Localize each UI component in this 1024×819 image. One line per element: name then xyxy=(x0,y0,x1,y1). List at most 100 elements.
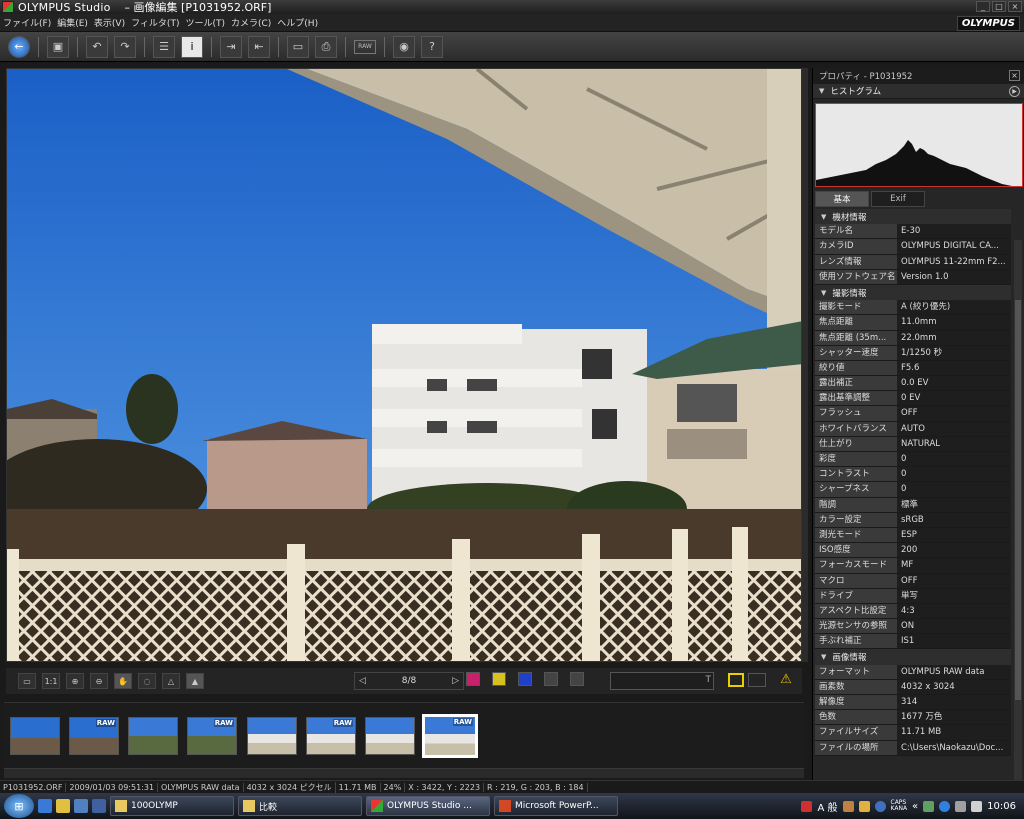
close-icon[interactable]: × xyxy=(1009,70,1020,81)
property-row[interactable]: マクロ OFF xyxy=(815,573,1011,589)
raw-develop-button[interactable]: RAW xyxy=(354,39,376,54)
next-image-icon[interactable]: ▷ xyxy=(452,676,459,686)
taskbar-item-compare[interactable]: 比較 xyxy=(238,796,362,816)
menu-camera[interactable]: カメラ(C) xyxy=(231,16,271,29)
tab-exif[interactable]: Exif xyxy=(871,191,925,207)
property-row[interactable]: 画素数 4032 x 3024 xyxy=(815,679,1011,695)
single-view-icon[interactable] xyxy=(728,673,744,687)
prev-image-icon[interactable]: ◁ xyxy=(359,676,366,686)
property-row[interactable]: ファイルの場所 C:\Users\Naokazu\Doc... xyxy=(815,740,1011,756)
minimize-button[interactable]: _ xyxy=(976,1,990,12)
actual-size-button[interactable]: 1:1 xyxy=(42,673,60,689)
list-icon[interactable]: ☰ xyxy=(153,35,175,58)
undo-icon[interactable]: ↶ xyxy=(86,35,108,58)
menu-file[interactable]: ファイル(F) xyxy=(3,16,51,29)
property-row[interactable]: フォーカスモード MF xyxy=(815,558,1011,574)
compare-view-icon[interactable] xyxy=(748,673,766,687)
thumbnail[interactable]: RAW xyxy=(187,717,237,755)
clock[interactable]: 10:06 xyxy=(987,801,1016,812)
tray-expand-icon[interactable]: « xyxy=(912,801,918,812)
import-icon[interactable]: ⇤ xyxy=(248,35,270,58)
menu-edit[interactable]: 編集(E) xyxy=(57,16,88,29)
thumbnail[interactable]: RAW xyxy=(306,717,356,755)
highlight-warning-icon[interactable]: △ xyxy=(162,673,180,689)
tab-basic[interactable]: 基本 xyxy=(815,191,869,207)
back-arrow-icon[interactable]: ← xyxy=(8,35,30,58)
property-row[interactable]: 露出基準調整 0 EV xyxy=(815,391,1011,407)
image-viewer[interactable] xyxy=(6,68,802,662)
zoom-in-icon[interactable]: ⊕ xyxy=(66,673,84,689)
thumbnail-scrollbar[interactable] xyxy=(4,768,804,778)
thumbnail[interactable] xyxy=(247,717,297,755)
thumbnail[interactable] xyxy=(128,717,178,755)
warning-icon[interactable]: ⚠ xyxy=(778,672,794,688)
thumbnail[interactable]: RAW xyxy=(69,717,119,755)
ime-tool-icon[interactable] xyxy=(842,800,854,812)
start-button[interactable]: ⊞ xyxy=(4,794,34,818)
mark-yellow-icon[interactable] xyxy=(492,672,506,686)
property-row[interactable]: 焦点距離 (35m... 22.0mm xyxy=(815,330,1011,346)
property-section-header[interactable]: ▼ 撮影情報 xyxy=(815,284,1011,301)
property-row[interactable]: 測光モード ESP xyxy=(815,527,1011,544)
properties-scrollbar[interactable] xyxy=(1014,240,1022,780)
property-row[interactable]: フラッシュ OFF xyxy=(815,406,1011,422)
property-row[interactable]: フォーマット OLYMPUS RAW data xyxy=(815,664,1011,680)
volume-icon[interactable] xyxy=(971,800,983,812)
hand-tool-icon[interactable]: ✋ xyxy=(114,673,132,689)
play-icon[interactable]: ▶ xyxy=(1009,86,1020,97)
text-tool-icon[interactable]: T xyxy=(706,675,712,685)
thumbnail-selected[interactable]: RAW xyxy=(422,714,478,758)
media-icon[interactable] xyxy=(56,799,70,813)
property-section-header[interactable]: ▼ 画像情報 xyxy=(815,649,1011,665)
property-row[interactable]: ISO感度 200 xyxy=(815,543,1011,559)
property-row[interactable]: アスペクト比設定 4:3 xyxy=(815,603,1011,620)
property-row[interactable]: 手ぶれ補正 IS1 xyxy=(815,634,1011,650)
thumbnail[interactable] xyxy=(10,717,60,755)
property-row[interactable]: 撮影モード A (絞り優先) xyxy=(815,300,1011,316)
save-icon[interactable]: ▣ xyxy=(47,35,69,58)
protect-icon[interactable] xyxy=(544,672,558,686)
thumbnail[interactable] xyxy=(365,717,415,755)
mail-icon[interactable] xyxy=(74,799,88,813)
maximize-button[interactable]: □ xyxy=(992,1,1006,12)
comment-field[interactable]: T xyxy=(610,672,714,690)
slideshow-icon[interactable]: ▭ xyxy=(287,35,309,58)
export-icon[interactable]: ⇥ xyxy=(220,35,242,58)
monitor-icon[interactable] xyxy=(955,800,967,812)
camera-control-icon[interactable]: ◉ xyxy=(393,35,415,58)
info-icon[interactable]: i xyxy=(181,35,203,58)
property-row[interactable]: 階調 標準 xyxy=(815,497,1011,513)
property-row[interactable]: モデル名 E-30 xyxy=(815,224,1011,240)
property-row[interactable]: 光源センサの参照 ON xyxy=(815,619,1011,635)
taskbar-item-folder[interactable]: 100OLYMP xyxy=(110,796,234,816)
property-row[interactable]: ドライブ 単写 xyxy=(815,588,1011,604)
redo-icon[interactable]: ↷ xyxy=(114,35,136,58)
fit-screen-icon[interactable]: ▭ xyxy=(18,673,36,689)
ie-icon[interactable] xyxy=(38,799,52,813)
property-row[interactable]: レンズ情報 OLYMPUS 11-22mm F2... xyxy=(815,254,1011,270)
desktop-icon[interactable] xyxy=(92,799,106,813)
scrollbar-thumb[interactable] xyxy=(1015,300,1021,700)
property-row[interactable]: 露出補正 0.0 EV xyxy=(815,376,1011,392)
histogram-header[interactable]: ▼ ヒストグラム ▶ xyxy=(813,84,1024,99)
menu-view[interactable]: 表示(V) xyxy=(94,16,125,29)
ime-pad-icon[interactable] xyxy=(858,800,870,812)
help-icon[interactable]: ? xyxy=(421,35,443,58)
mark-blue-icon[interactable] xyxy=(518,672,532,686)
taskbar-item-olympus-studio[interactable]: OLYMPUS Studio ... xyxy=(366,796,490,816)
property-row[interactable]: 彩度 0 xyxy=(815,452,1011,468)
property-section-header[interactable]: ▼ 機材情報 xyxy=(815,209,1011,225)
property-row[interactable]: カラー設定 sRGB xyxy=(815,512,1011,528)
close-button[interactable]: × xyxy=(1008,1,1022,12)
language-bar-icon[interactable] xyxy=(801,800,813,812)
unprotect-icon[interactable] xyxy=(570,672,584,686)
property-row[interactable]: 色数 1677 万色 xyxy=(815,710,1011,726)
help-circle-icon[interactable] xyxy=(874,800,886,812)
ime-mode[interactable]: A 般 xyxy=(817,799,837,814)
property-row[interactable]: シャッター速度 1/1250 秒 xyxy=(815,345,1011,361)
menu-help[interactable]: ヘルプ(H) xyxy=(277,16,318,29)
menu-filter[interactable]: フィルタ(T) xyxy=(131,16,179,29)
shadow-warning-icon[interactable]: ▲ xyxy=(186,673,204,689)
network-icon[interactable] xyxy=(939,800,951,812)
safely-remove-icon[interactable] xyxy=(923,800,935,812)
